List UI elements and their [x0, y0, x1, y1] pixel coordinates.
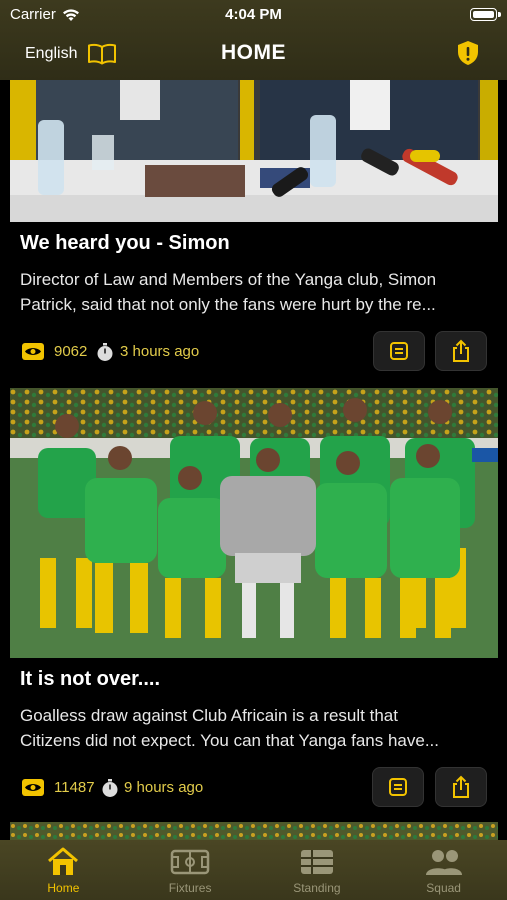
document-icon [389, 778, 407, 796]
share-button[interactable] [435, 331, 487, 371]
eye-icon [22, 343, 44, 360]
eye-icon [22, 779, 44, 796]
tab-home[interactable]: Home [0, 840, 127, 900]
news-card[interactable] [10, 822, 498, 840]
share-button[interactable] [435, 767, 487, 807]
pitch-icon [170, 849, 210, 875]
status-bar: Carrier 4:04 PM [0, 0, 507, 28]
news-image[interactable] [10, 80, 498, 222]
document-icon [390, 342, 408, 360]
tab-squad[interactable]: Squad [380, 840, 507, 900]
share-icon [453, 775, 469, 798]
battery-tip [498, 12, 501, 17]
news-card[interactable]: It is not over.... Goalless draw against… [10, 388, 498, 809]
shield-icon[interactable] [457, 40, 479, 71]
tab-label: Home [47, 881, 80, 895]
view-count: 9062 [54, 343, 88, 360]
table-icon [300, 850, 333, 874]
news-meta: 11487 9 hours ago [10, 767, 498, 809]
news-description-line: Citizens did not expect. You can that Ya… [20, 731, 439, 750]
read-article-button[interactable] [373, 331, 425, 371]
news-card[interactable]: We heard you - Simon Director of Law and… [10, 80, 498, 373]
tab-label: Fixtures [168, 881, 212, 895]
news-description: Goalless draw against Club Africain is a… [20, 703, 488, 753]
time-ago: 9 hours ago [124, 779, 204, 796]
time-ago: 3 hours ago [120, 343, 200, 360]
news-title[interactable]: We heard you - Simon [20, 232, 488, 255]
read-article-button[interactable] [372, 767, 424, 807]
news-feed[interactable]: We heard you - Simon Director of Law and… [0, 80, 507, 840]
news-description-line: Director of Law and Members of the Yanga… [20, 270, 437, 289]
home-icon [48, 847, 79, 875]
view-count: 11487 [54, 779, 95, 796]
clock-time: 4:04 PM [225, 6, 282, 23]
tab-bar: Home Fixtures Standing Squad [0, 840, 507, 900]
news-image[interactable] [10, 822, 498, 840]
share-icon [453, 339, 469, 362]
news-image[interactable] [10, 388, 498, 658]
news-description-line: Patrick, said that not only the fans wer… [20, 295, 436, 314]
news-title[interactable]: It is not over.... [20, 668, 488, 691]
app-header: English HOME [0, 28, 507, 80]
people-icon [425, 850, 462, 875]
news-description: Director of Law and Members of the Yanga… [20, 267, 488, 317]
tab-fixtures[interactable]: Fixtures [127, 840, 254, 900]
news-description-line: Goalless draw against Club Africain is a… [20, 706, 398, 725]
tab-label: Squad [426, 881, 461, 895]
news-meta: 9062 3 hours ago [10, 331, 498, 373]
tab-standing[interactable]: Standing [254, 840, 381, 900]
tab-label: Standing [293, 881, 341, 895]
stopwatch-icon [97, 343, 113, 361]
page-title: HOME [221, 41, 286, 64]
top-bar: Carrier 4:04 PM English HOME [0, 0, 507, 80]
battery-icon [470, 8, 497, 21]
stopwatch-icon [102, 779, 118, 797]
